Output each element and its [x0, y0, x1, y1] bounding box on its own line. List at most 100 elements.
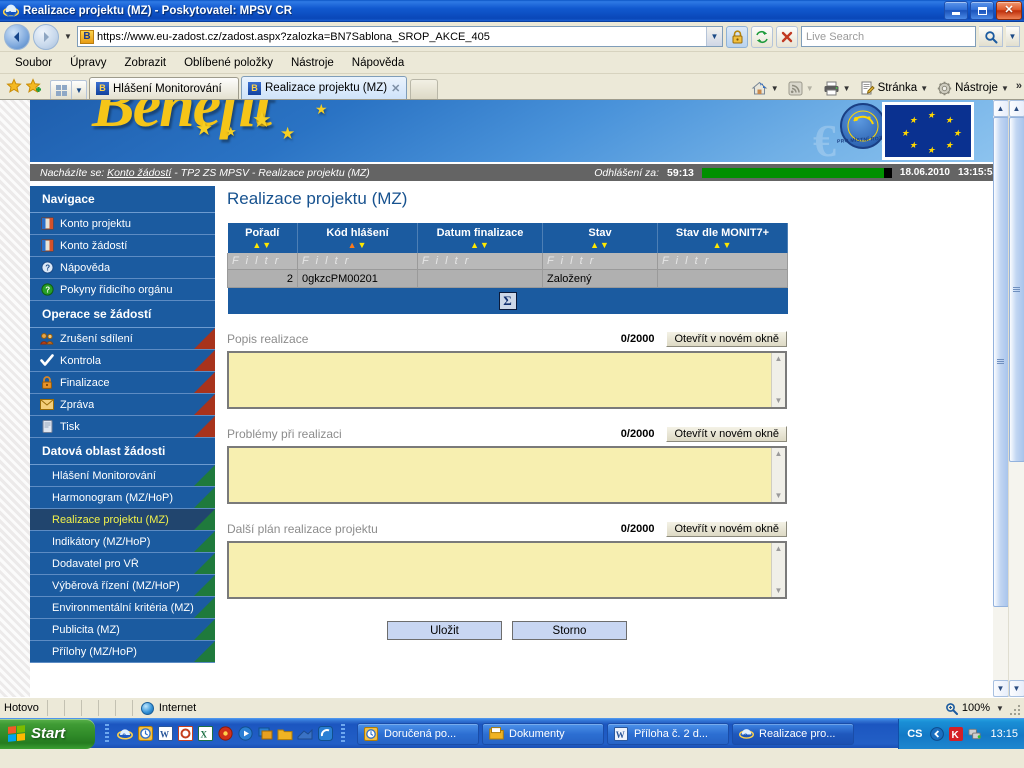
sidebar-item-zru-en-sd-len[interactable]: Zrušení sdílení	[30, 328, 215, 350]
sidebar-item-realizace-projektu-mz[interactable]: Realizace projektu (MZ)	[30, 509, 215, 531]
textarea-scroll-up-icon[interactable]: ▲	[775, 543, 783, 555]
forward-button[interactable]	[33, 23, 59, 50]
stop-button[interactable]	[776, 25, 798, 48]
filter-input[interactable]: F i l t r	[227, 253, 298, 270]
column-header[interactable]: Stav ▲▼	[542, 223, 658, 253]
textarea-scrollbar[interactable]: ▲ ▼	[771, 543, 785, 597]
page-scroll-thumb[interactable]	[992, 117, 1008, 607]
page-menu-button[interactable]: Stránka ▼	[856, 79, 933, 98]
breadcrumb-link-konto-zadosti[interactable]: Konto žádostí	[107, 167, 171, 179]
print-dropdown-icon[interactable]: ▼	[843, 84, 851, 93]
tools-dropdown-icon[interactable]: ▼	[1001, 84, 1009, 93]
filter-input[interactable]: F i l t r	[417, 253, 543, 270]
menu-item-zobrazit[interactable]: Zobrazit	[116, 55, 176, 71]
sort-desc-icon[interactable]: ▼	[723, 240, 733, 250]
taskbar-item[interactable]: W Příloha č. 2 d...	[607, 722, 729, 745]
ie-quicklaunch-icon[interactable]: e	[117, 726, 133, 742]
save-button[interactable]: Uložit	[387, 621, 502, 640]
home-button[interactable]: ▼	[747, 78, 783, 98]
sidebar-item-v-b-rov-zen-mz-hop[interactable]: Výběrová řízení (MZ/HoP)	[30, 575, 215, 597]
sidebar-item-dodavatel-pro-v[interactable]: Dodavatel pro VŘ	[30, 553, 215, 575]
menu-item-oblibene[interactable]: Oblíbené položky	[175, 55, 282, 71]
textarea-scroll-down-icon[interactable]: ▼	[775, 490, 783, 502]
scroll-up-icon[interactable]: ▲	[1008, 100, 1024, 117]
refresh-button[interactable]	[751, 25, 773, 48]
page-scroll-up-icon[interactable]: ▲	[992, 100, 1008, 117]
print-button[interactable]: ▼	[819, 79, 855, 98]
outlook-quicklaunch-icon[interactable]	[137, 726, 153, 742]
cancel-button[interactable]: Storno	[512, 621, 627, 640]
sum-sigma-button[interactable]: Σ	[498, 292, 517, 310]
taskbar-item[interactable]: e Realizace pro...	[732, 722, 854, 745]
tray-clock[interactable]: 13:15	[990, 728, 1018, 740]
media-player-icon[interactable]	[237, 726, 253, 742]
add-to-favorites-icon[interactable]	[24, 76, 44, 96]
powerpoint-quicklaunch-icon[interactable]	[177, 726, 193, 742]
open-in-new-window-button[interactable]: Otevřít v novém okně	[666, 331, 787, 347]
textarea-scroll-up-icon[interactable]: ▲	[775, 448, 783, 460]
column-sort-arrows[interactable]: ▲▼	[660, 240, 785, 250]
sort-asc-icon[interactable]: ▲	[470, 240, 480, 250]
column-sort-arrows[interactable]: ▲▼	[230, 240, 296, 250]
zoom-dropdown-icon[interactable]: ▼	[994, 704, 1006, 713]
sort-desc-icon[interactable]: ▼	[480, 240, 490, 250]
show-desktop-icon[interactable]	[257, 726, 273, 742]
page-scroll-track[interactable]	[992, 117, 1008, 680]
sidebar-item-p-lohy-mz-hop[interactable]: Přílohy (MZ/HoP)	[30, 641, 215, 663]
back-button[interactable]	[4, 23, 30, 50]
taskbar-item[interactable]: Dokumenty	[482, 722, 604, 745]
sidebar-item-zpr-va[interactable]: Zpráva	[30, 394, 215, 416]
column-sort-arrows[interactable]: ▲▼	[300, 240, 415, 250]
sidebar-item-hl-en-monitorov-n[interactable]: Hlášení Monitorování	[30, 465, 215, 487]
scroll-track[interactable]	[1008, 117, 1024, 680]
filter-input[interactable]: F i l t r	[297, 253, 418, 270]
home-dropdown-icon[interactable]: ▼	[771, 84, 779, 93]
taskbar-grip[interactable]	[341, 723, 345, 744]
tools-menu-button[interactable]: Nástroje ▼	[933, 79, 1013, 98]
sort-desc-icon[interactable]: ▼	[358, 240, 368, 250]
sort-asc-icon[interactable]: ▲	[713, 240, 723, 250]
open-in-new-window-button[interactable]: Otevřít v novém okně	[666, 521, 787, 537]
sidebar-item-indik-tory-mz-hop[interactable]: Indikátory (MZ/HoP)	[30, 531, 215, 553]
new-tab-button[interactable]	[410, 79, 439, 99]
menu-item-napoveda[interactable]: Nápověda	[343, 55, 413, 71]
textarea-scroll-down-icon[interactable]: ▼	[775, 395, 783, 407]
sidebar-item-n-pov-da[interactable]: ? Nápověda	[30, 257, 215, 279]
textarea-scroll-down-icon[interactable]: ▼	[775, 585, 783, 597]
column-header[interactable]: Datum finalizace ▲▼	[417, 223, 543, 253]
sidebar-item-kontrola[interactable]: Kontrola	[30, 350, 215, 372]
column-header[interactable]: Stav dle MONIT7+ ▲▼	[657, 223, 788, 253]
scroll-thumb[interactable]	[1008, 117, 1024, 462]
excel-quicklaunch-icon[interactable]: X	[197, 726, 213, 742]
open-in-new-window-button[interactable]: Otevřít v novém okně	[666, 426, 787, 442]
app-quicklaunch-icon[interactable]	[317, 726, 333, 742]
media-red-icon[interactable]	[217, 726, 233, 742]
command-bar-overflow-icon[interactable]: »	[1016, 80, 1022, 92]
maximize-button[interactable]	[970, 1, 994, 20]
menu-item-upravy[interactable]: Úpravy	[61, 55, 115, 71]
sidebar-item-environment-ln-krit-ria-mz[interactable]: Environmentální kritéria (MZ)	[30, 597, 215, 619]
sort-asc-icon[interactable]: ▲	[348, 240, 358, 250]
recent-pages-dropdown-icon[interactable]: ▼	[62, 32, 74, 41]
minimize-button[interactable]	[944, 1, 968, 20]
page-scrollbar[interactable]: ▲ ▼	[992, 100, 1008, 697]
sort-desc-icon[interactable]: ▼	[600, 240, 610, 250]
start-button[interactable]: Start	[0, 718, 95, 749]
tab-hlaseni-monitorovani[interactable]: B Hlášení Monitorování	[89, 77, 239, 99]
table-row[interactable]: 2 0gkzcPM00201 Založený	[227, 269, 788, 288]
security-lock-icon[interactable]	[726, 25, 748, 48]
sort-asc-icon[interactable]: ▲	[590, 240, 600, 250]
tab-list-dropdown-icon[interactable]: ▼	[72, 80, 87, 99]
filter-input[interactable]: F i l t r	[542, 253, 658, 270]
textarea-scrollbar[interactable]: ▲ ▼	[771, 353, 785, 407]
security-zone[interactable]: Internet	[140, 701, 196, 715]
tray-chevron-icon[interactable]	[930, 726, 945, 741]
url-bar[interactable]: B https://www.eu-zadost.cz/zadost.aspx?z…	[77, 26, 723, 47]
sidebar-item-publicita-mz[interactable]: Publicita (MZ)	[30, 619, 215, 641]
network-tray-icon[interactable]	[968, 727, 982, 741]
textarea-input[interactable]	[229, 543, 771, 597]
resize-grip[interactable]	[1010, 705, 1022, 717]
toolbar-grip[interactable]	[105, 723, 109, 744]
taskbar-item[interactable]: Doručená po...	[357, 722, 479, 745]
page-scroll-down-icon[interactable]: ▼	[992, 680, 1008, 697]
